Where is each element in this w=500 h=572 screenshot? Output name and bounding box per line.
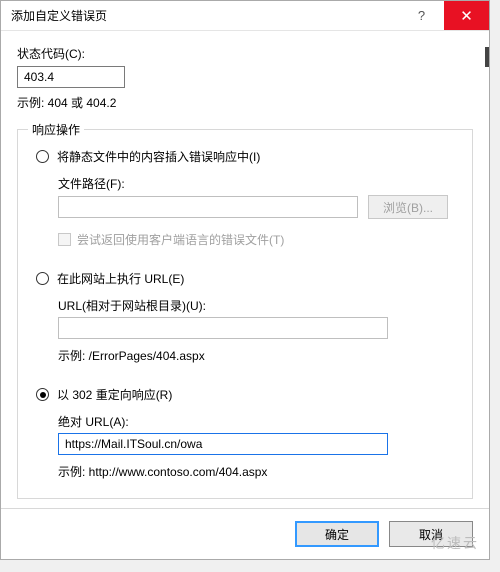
close-button[interactable]: ✕ <box>444 1 489 30</box>
status-code-input[interactable] <box>17 66 125 88</box>
dialog-window: 添加自定义错误页 ? ✕ 状态代码(C): 示例: 404 或 404.2 响应… <box>0 0 490 560</box>
radio-static-file[interactable]: 将静态文件中的内容插入错误响应中(I) <box>36 148 454 165</box>
help-button[interactable]: ? <box>399 1 444 30</box>
file-path-input[interactable] <box>58 196 358 218</box>
radio-icon <box>36 150 49 163</box>
radio-icon <box>36 272 49 285</box>
redirect-sub: 绝对 URL(A): 示例: http://www.contoso.com/40… <box>58 413 454 480</box>
radio-static-file-label: 将静态文件中的内容插入错误响应中(I) <box>57 148 260 165</box>
radio-execute-url-label: 在此网站上执行 URL(E) <box>57 270 184 287</box>
status-code-label: 状态代码(C): <box>17 45 473 62</box>
titlebar: 添加自定义错误页 ? ✕ <box>1 1 489 31</box>
radio-icon <box>36 388 49 401</box>
relative-url-input[interactable] <box>58 317 388 339</box>
group-legend: 响应操作 <box>28 121 84 138</box>
client-lang-check: 尝试返回使用客户端语言的错误文件(T) <box>58 231 454 248</box>
client-lang-label: 尝试返回使用客户端语言的错误文件(T) <box>77 231 284 248</box>
radio-execute-url[interactable]: 在此网站上执行 URL(E) <box>36 270 454 287</box>
response-action-group: 响应操作 将静态文件中的内容插入错误响应中(I) 文件路径(F): 浏览(B).… <box>17 129 473 499</box>
watermark: 亿速云 <box>431 533 479 553</box>
checkbox-icon <box>58 233 71 246</box>
radio-redirect-label: 以 302 重定向响应(R) <box>57 386 172 403</box>
status-code-hint: 示例: 404 或 404.2 <box>17 94 473 111</box>
decorative-strip <box>485 47 489 67</box>
absolute-url-label: 绝对 URL(A): <box>58 413 454 430</box>
dialog-footer: 确定 取消 <box>1 508 489 559</box>
file-path-label: 文件路径(F): <box>58 175 454 192</box>
window-title: 添加自定义错误页 <box>11 7 399 24</box>
relative-url-label: URL(相对于网站根目录)(U): <box>58 297 454 314</box>
absolute-url-hint: 示例: http://www.contoso.com/404.aspx <box>58 463 454 480</box>
ok-button[interactable]: 确定 <box>295 521 379 547</box>
browse-button[interactable]: 浏览(B)... <box>368 195 448 219</box>
static-file-sub: 文件路径(F): 浏览(B)... 尝试返回使用客户端语言的错误文件(T) <box>58 175 454 248</box>
radio-redirect[interactable]: 以 302 重定向响应(R) <box>36 386 454 403</box>
exec-url-sub: URL(相对于网站根目录)(U): 示例: /ErrorPages/404.as… <box>58 297 454 364</box>
relative-url-hint: 示例: /ErrorPages/404.aspx <box>58 347 454 364</box>
dialog-content: 状态代码(C): 示例: 404 或 404.2 响应操作 将静态文件中的内容插… <box>1 31 489 508</box>
absolute-url-input[interactable] <box>58 433 388 455</box>
